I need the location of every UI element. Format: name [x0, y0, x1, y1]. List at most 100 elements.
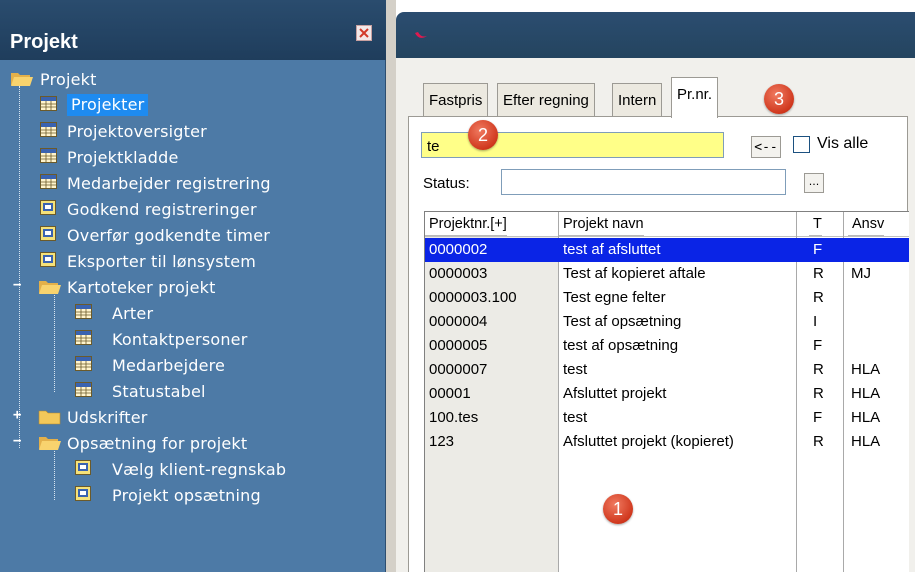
cell-navn: Afsluttet projekt (kopieret) [563, 433, 734, 450]
tab-efter-regning[interactable]: Efter regning [497, 83, 595, 117]
cell-navn: Test af kopieret aftale [563, 265, 706, 282]
open-folder-icon [38, 278, 62, 299]
table-row[interactable]: 0000004 Test af opsætning I [425, 310, 909, 334]
app-logo-icon [414, 28, 428, 46]
cell-t: F [813, 409, 823, 426]
tab-label: Pr.nr. [677, 86, 713, 103]
tree-item-medarbejdere[interactable]: Medarbejdere [0, 352, 386, 376]
table-row[interactable]: 0000005 test af opsætning F [425, 334, 909, 358]
form-icon [40, 252, 57, 271]
table-icon [75, 330, 92, 349]
cell-t: I [813, 313, 818, 330]
cell-ansv: MJ [851, 265, 871, 282]
status-input[interactable] [501, 169, 786, 195]
tree-root-projekt[interactable]: Projekt [0, 66, 386, 90]
tree-item-statustabel[interactable]: Statustabel [0, 378, 386, 402]
tree-label: Overfør godkendte timer [67, 226, 271, 245]
cell-navn: test af opsætning [563, 337, 679, 354]
cell-t: F [813, 241, 823, 258]
tree-item-udskrifter[interactable]: + Udskrifter [0, 404, 386, 428]
status-label: Status: [423, 175, 470, 192]
table-row[interactable]: 0000003.100 Test egne felter R [425, 286, 909, 310]
tree-item-overfor-godkendte-timer[interactable]: Overfør godkendte timer [0, 222, 386, 246]
table-icon [40, 96, 57, 115]
panel-header: Projekt [0, 0, 386, 60]
tree-label: Medarbejdere [112, 356, 226, 375]
cell-nr: 0000005 [429, 337, 488, 354]
tree-label: Vælg klient-regnskab [112, 460, 287, 479]
cell-nr: 100.tes [429, 409, 479, 426]
callout-1: 1 [603, 494, 633, 524]
tab-prnr[interactable]: Pr.nr. [671, 77, 719, 118]
tree-label: Projekt opsætning [112, 486, 261, 505]
tab-label: Efter regning [503, 92, 589, 109]
form-icon [75, 486, 92, 505]
cell-nr: 123 [429, 433, 455, 450]
cell-nr: 0000003.100 [429, 289, 517, 306]
tree-label: Godkend registreringer [67, 200, 257, 219]
tree-label: Opsætning for projekt [67, 434, 248, 453]
back-button[interactable]: <-- [751, 136, 781, 158]
tree-item-godkend-registreringer[interactable]: Godkend registreringer [0, 196, 386, 220]
tree-item-projekter[interactable]: Projekter [0, 92, 386, 116]
column-header-t[interactable]: T [809, 212, 822, 236]
cell-ansv: HLA [851, 409, 881, 426]
tab-label: Intern [618, 92, 657, 109]
cell-navn: test af afsluttet [563, 241, 661, 258]
table-row[interactable]: 0000003 Test af kopieret aftale R MJ [425, 262, 909, 286]
cell-nr: 0000004 [429, 313, 488, 330]
tab-panel-prnr: te <-- Vis alle Status: ... Projektnr.[+… [408, 116, 909, 572]
form-icon [40, 226, 57, 245]
column-header-projektnr[interactable]: Projektnr.[+] [425, 212, 507, 236]
table-icon [40, 148, 57, 167]
tree-item-kartoteker-projekt[interactable]: − Kartoteker projekt [0, 274, 386, 298]
search-input[interactable]: te [421, 132, 724, 158]
cell-t: R [813, 433, 824, 450]
tree-item-projektoversigter[interactable]: Projektoversigter [0, 118, 386, 142]
table-row[interactable]: 100.tes test F HLA [425, 406, 909, 430]
tree-label: Projekter [67, 94, 149, 116]
project-table: Projektnr.[+] Projekt navn T Ansv 000000… [424, 211, 909, 572]
vis-alle-checkbox[interactable] [793, 136, 810, 153]
tree-label: Statustabel [112, 382, 206, 401]
tree-label: Kontaktpersoner [112, 330, 248, 349]
tree-item-arter[interactable]: Arter [0, 300, 386, 324]
tree-label: Kartoteker projekt [67, 278, 216, 297]
table-row[interactable]: 0000002 test af afsluttet F [425, 238, 909, 262]
tree-item-kontaktpersoner[interactable]: Kontaktpersoner [0, 326, 386, 350]
tree-label: Eksporter til lønsystem [67, 252, 257, 271]
tree-item-eksporter-til-lonsystem[interactable]: Eksporter til lønsystem [0, 248, 386, 272]
table-row[interactable]: 0000007 test R HLA [425, 358, 909, 382]
cell-t: R [813, 265, 824, 282]
project-lookup-window: Fastpris Efter regning Intern Pr.nr. te … [396, 0, 915, 572]
tree-item-medarbejder-registrering[interactable]: Medarbejder registrering [0, 170, 386, 194]
tab-fastpris[interactable]: Fastpris [423, 83, 489, 117]
table-row[interactable]: 123 Afsluttet projekt (kopieret) R HLA [425, 430, 909, 454]
column-header-projekt-navn[interactable]: Projekt navn [559, 212, 644, 236]
tab-intern[interactable]: Intern [612, 83, 663, 117]
cell-navn: Test af opsætning [563, 313, 682, 330]
table-row[interactable]: 00001 Afsluttet projekt R HLA [425, 382, 909, 406]
callout-2: 2 [468, 120, 498, 150]
vis-alle-label: Vis alle [817, 135, 869, 152]
tree-label: Arter [112, 304, 154, 323]
column-header-ansv[interactable]: Ansv [848, 212, 885, 236]
tree-item-opsaetning-for-projekt[interactable]: − Opsætning for projekt [0, 430, 386, 454]
tab-label: Fastpris [429, 92, 483, 109]
expand-icon[interactable]: + [13, 408, 24, 422]
table-icon [40, 122, 57, 141]
panel-splitter[interactable] [386, 0, 396, 572]
tree-item-projektkladde[interactable]: Projektkladde [0, 144, 386, 168]
cell-ansv: HLA [851, 385, 881, 402]
collapse-icon[interactable]: − [13, 434, 24, 448]
status-lookup-button[interactable]: ... [804, 173, 824, 193]
cell-t: R [813, 385, 824, 402]
cell-nr: 0000002 [429, 241, 488, 258]
tree-item-projekt-opsaetning[interactable]: Projekt opsætning [0, 482, 386, 506]
tree-label: Projekt [40, 70, 97, 89]
cell-ansv: HLA [851, 433, 881, 450]
tree-item-vaelg-klient-regnskab[interactable]: Vælg klient-regnskab [0, 456, 386, 480]
table-icon [75, 356, 92, 375]
close-icon[interactable] [356, 25, 372, 41]
collapse-icon[interactable]: − [13, 278, 24, 292]
